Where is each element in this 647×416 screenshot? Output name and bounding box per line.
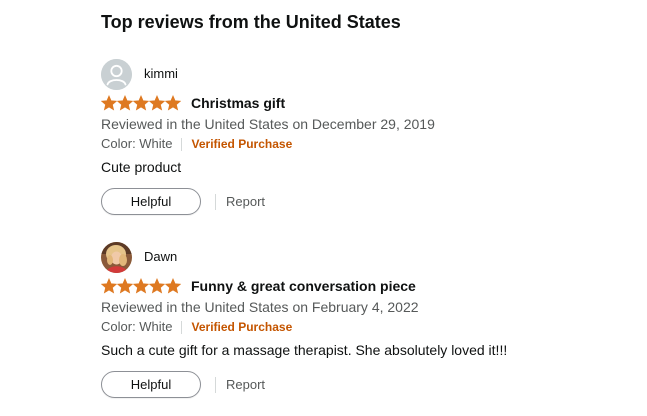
star-rating[interactable] (101, 95, 182, 111)
profile-photo (101, 241, 132, 273)
helpful-button[interactable]: Helpful (101, 371, 201, 398)
star-icon (133, 278, 149, 294)
star-icon (149, 95, 165, 111)
review-body: Cute product (101, 159, 182, 175)
star-icon (149, 278, 165, 294)
divider (180, 137, 182, 151)
report-link[interactable]: Report (226, 194, 265, 209)
product-variant[interactable]: Color: White (101, 317, 173, 337)
review-date: Reviewed in the United States on Februar… (101, 299, 419, 315)
review-profile[interactable]: kimmi (101, 58, 621, 90)
review-profile[interactable]: Dawn (101, 241, 621, 273)
review-card: Dawn Funny & great conversation piece Re… (101, 241, 621, 399)
divider (215, 193, 216, 210)
star-icon (101, 95, 117, 111)
star-icon (165, 278, 181, 294)
star-icon (117, 95, 133, 111)
section-title: Top reviews from the United States (101, 12, 401, 32)
default-avatar-icon (101, 58, 132, 90)
review-card: kimmi Christmas gift Reviewed in the Uni… (101, 58, 621, 216)
star-icon (133, 95, 149, 111)
reviewer-name[interactable]: kimmi (144, 66, 178, 82)
review-title[interactable]: Christmas gift (191, 93, 285, 113)
product-variant[interactable]: Color: White (101, 134, 173, 154)
helpful-button[interactable]: Helpful (101, 188, 201, 215)
review-date: Reviewed in the United States on Decembe… (101, 116, 435, 132)
star-icon (117, 278, 133, 294)
verified-purchase-badge: Verified Purchase (191, 320, 293, 334)
divider (215, 376, 216, 393)
reviewer-name[interactable]: Dawn (144, 249, 177, 265)
star-icon (165, 95, 181, 111)
review-body: Such a cute gift for a massage therapist… (101, 342, 508, 358)
verified-purchase-badge: Verified Purchase (191, 137, 293, 151)
review-title[interactable]: Funny & great conversation piece (191, 276, 416, 296)
divider (180, 320, 182, 334)
report-link[interactable]: Report (226, 377, 265, 392)
star-rating[interactable] (101, 278, 182, 294)
star-icon (101, 278, 117, 294)
